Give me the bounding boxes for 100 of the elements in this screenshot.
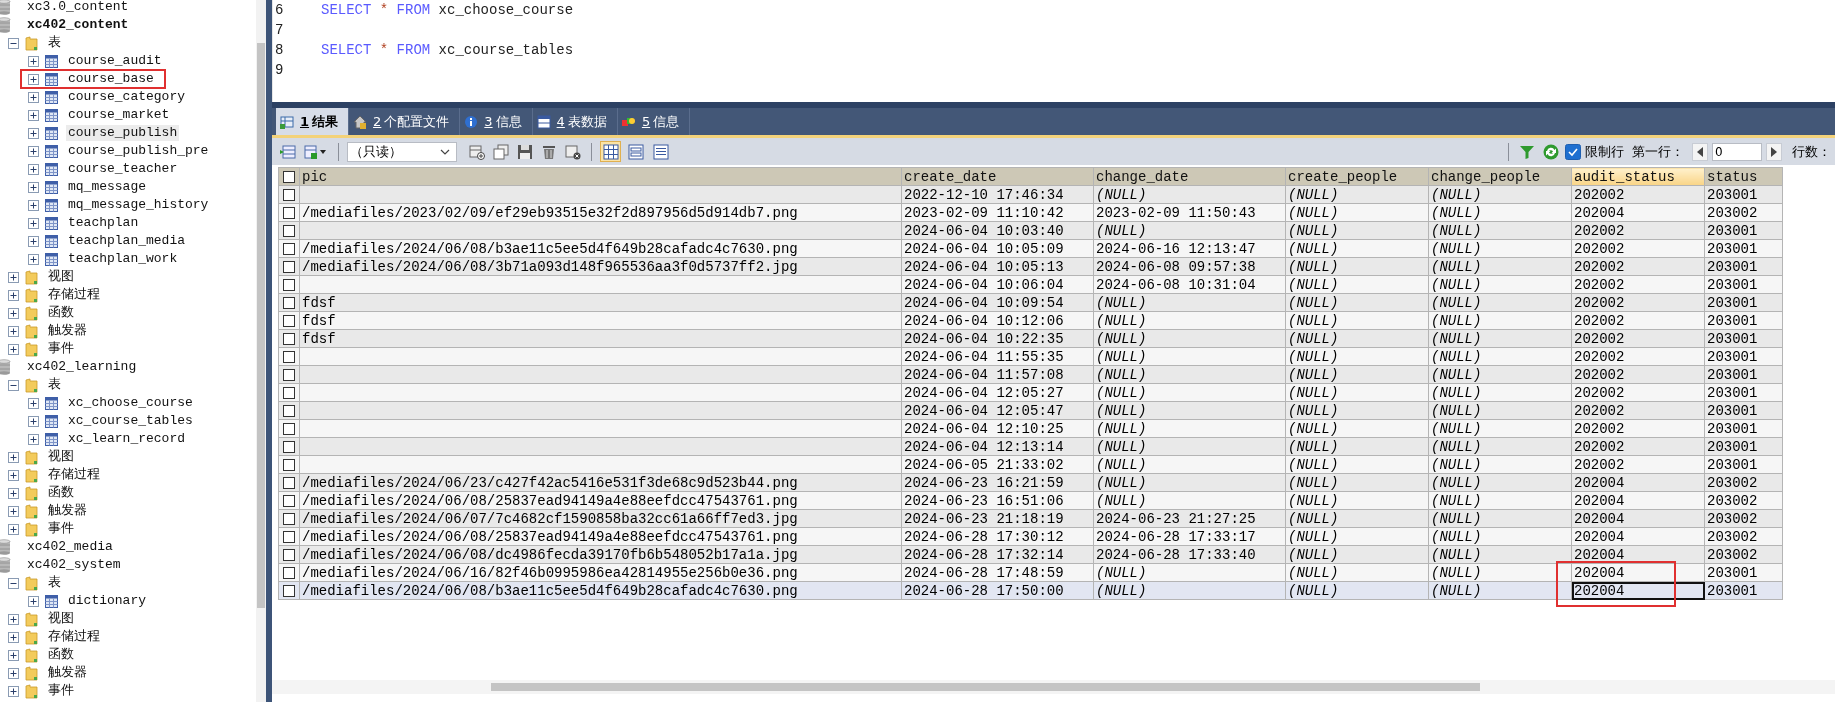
tree-item[interactable]: course_base	[66, 71, 156, 87]
tree-item[interactable]: course_market	[66, 107, 172, 123]
tree-item[interactable]: 表	[46, 377, 63, 393]
expand-icon[interactable]	[28, 181, 39, 193]
tree-item[interactable]: xc402_learning	[25, 359, 139, 375]
scrollbar-thumb[interactable]	[491, 683, 1480, 691]
tree-item[interactable]: 触发器	[46, 503, 89, 519]
tree-item[interactable]: 触发器	[46, 323, 89, 339]
add-row-icon[interactable]	[469, 143, 485, 160]
tree-item[interactable]: 视图	[46, 269, 76, 285]
mode-dropdown[interactable]: （只读）	[347, 141, 457, 162]
text-view-button[interactable]	[650, 141, 671, 162]
tree-item[interactable]: xc402_system	[25, 557, 123, 573]
row-checkbox[interactable]	[283, 422, 295, 435]
expand-icon[interactable]	[8, 451, 19, 463]
expand-icon[interactable]	[8, 505, 19, 517]
tree-item[interactable]: 存储过程	[46, 467, 102, 483]
expand-icon[interactable]	[8, 469, 19, 481]
row-checkbox[interactable]	[283, 440, 295, 453]
row-checkbox[interactable]	[283, 566, 295, 579]
row-checkbox[interactable]	[283, 458, 295, 471]
first-row-input[interactable]: 0	[1712, 142, 1762, 161]
row-checkbox[interactable]	[283, 350, 295, 363]
tree-item[interactable]: course_audit	[66, 53, 164, 69]
tree-item[interactable]: mq_message_history	[66, 197, 211, 213]
row-checkbox[interactable]	[283, 206, 295, 219]
tree-item[interactable]: xc3.0_content	[25, 0, 131, 15]
tree-item[interactable]: course_publish	[66, 125, 180, 141]
expand-icon[interactable]	[8, 307, 19, 319]
column-header[interactable]: change_people	[1428, 167, 1572, 186]
insert-row-icon[interactable]	[280, 143, 296, 160]
next-button[interactable]	[1766, 142, 1782, 161]
expand-icon[interactable]	[28, 109, 39, 121]
cancel-icon[interactable]	[565, 143, 581, 160]
expand-icon[interactable]	[28, 73, 39, 85]
grid-view-button[interactable]	[600, 141, 621, 162]
filter-icon[interactable]	[1519, 143, 1535, 160]
collapse-icon[interactable]	[8, 577, 19, 589]
row-checkbox[interactable]	[283, 314, 295, 327]
tree-item[interactable]: xc_learn_record	[66, 431, 188, 447]
duplicate-row-icon[interactable]	[493, 143, 509, 160]
expand-icon[interactable]	[28, 397, 39, 409]
refresh-icon[interactable]	[1543, 143, 1559, 160]
tree-item[interactable]: 函数	[46, 647, 76, 663]
row-checkbox[interactable]	[283, 404, 295, 417]
tree-item[interactable]: course_teacher	[66, 161, 180, 177]
tree-item[interactable]: course_category	[66, 89, 188, 105]
expand-icon[interactable]	[28, 145, 39, 157]
row-checkbox[interactable]	[283, 188, 295, 201]
row-checkbox[interactable]	[283, 368, 295, 381]
checkbox[interactable]	[1565, 143, 1581, 160]
expand-icon[interactable]	[8, 649, 19, 661]
expand-icon[interactable]	[8, 523, 19, 535]
tree-item[interactable]: 事件	[46, 683, 76, 699]
scrollbar-thumb[interactable]	[257, 43, 265, 608]
expand-icon[interactable]	[8, 667, 19, 679]
tree-item[interactable]: 事件	[46, 341, 76, 357]
tree-item[interactable]: teachplan	[66, 215, 141, 231]
tree-item[interactable]: 存储过程	[46, 287, 102, 303]
scrollbar[interactable]	[272, 680, 1835, 694]
expand-icon[interactable]	[28, 235, 39, 247]
tree-item[interactable]: 表	[46, 35, 63, 51]
row-checkbox[interactable]	[283, 548, 295, 561]
row-checkbox[interactable]	[283, 260, 295, 273]
tree-item[interactable]: xc402_content	[25, 17, 131, 33]
tree-item[interactable]: 表	[46, 575, 63, 591]
tree-item[interactable]: xc_choose_course	[66, 395, 195, 411]
previous-button[interactable]	[1692, 142, 1708, 161]
trash-icon[interactable]	[541, 143, 557, 160]
export-dropdown-icon[interactable]	[304, 143, 328, 160]
tree-item[interactable]: 视图	[46, 449, 76, 465]
scrollbar[interactable]	[256, 0, 266, 702]
column-header[interactable]: audit_status	[1571, 167, 1705, 186]
expand-icon[interactable]	[28, 415, 39, 427]
save-icon[interactable]	[517, 143, 533, 160]
tree-item[interactable]: teachplan_work	[66, 251, 180, 267]
row-checkbox[interactable]	[283, 584, 295, 597]
expand-icon[interactable]	[8, 487, 19, 499]
expand-icon[interactable]	[28, 217, 39, 229]
tree-item[interactable]: 函数	[46, 305, 76, 321]
form-view-button[interactable]	[625, 141, 646, 162]
tree-item[interactable]: 事件	[46, 521, 76, 537]
row-checkbox[interactable]	[283, 242, 295, 255]
row-checkbox[interactable]	[283, 530, 295, 543]
select-all-checkbox[interactable]	[283, 170, 295, 183]
expand-icon[interactable]	[28, 253, 39, 265]
collapse-icon[interactable]	[8, 37, 19, 49]
expand-icon[interactable]	[28, 91, 39, 103]
column-header[interactable]: create_people	[1285, 167, 1429, 186]
collapse-icon[interactable]	[8, 379, 19, 391]
row-checkbox[interactable]	[283, 386, 295, 399]
column-header[interactable]: change_date	[1093, 167, 1286, 186]
tree-item[interactable]: 函数	[46, 485, 76, 501]
row-checkbox[interactable]	[283, 512, 295, 525]
tab[interactable]: 1 结果	[276, 108, 350, 135]
expand-icon[interactable]	[28, 127, 39, 139]
expand-icon[interactable]	[8, 343, 19, 355]
column-header[interactable]: status	[1704, 167, 1783, 186]
column-header[interactable]: create_date	[901, 167, 1094, 186]
tree-item[interactable]: xc_course_tables	[66, 413, 195, 429]
